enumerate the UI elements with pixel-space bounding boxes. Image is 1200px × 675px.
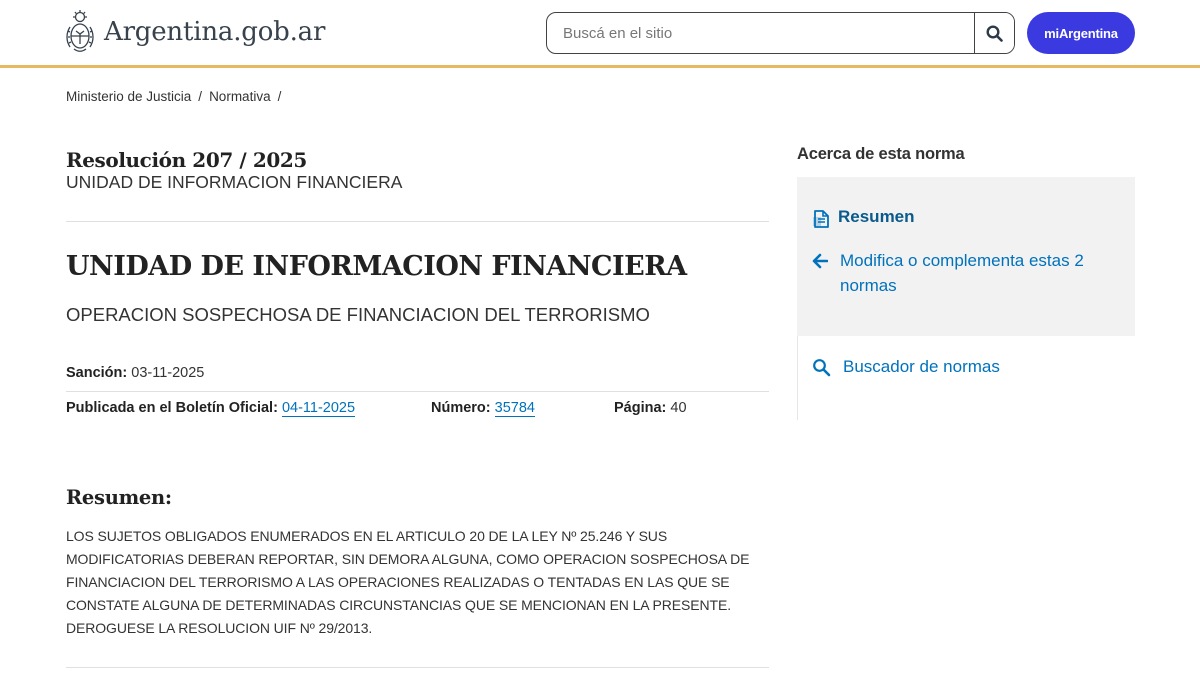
document-title: Resolución 207 / 2025: [66, 148, 307, 172]
sidebar-buscador-label: Buscador de normas: [843, 357, 1000, 376]
document-icon: [812, 207, 838, 229]
mi-argentina-button[interactable]: miArgentina: [1027, 12, 1135, 54]
divider: [66, 221, 769, 222]
divider: [66, 667, 769, 668]
search-button[interactable]: [974, 13, 1014, 53]
search-input[interactable]: [547, 13, 974, 53]
breadcrumb-normativa[interactable]: Normativa: [209, 89, 271, 104]
numero-label: Número:: [431, 400, 491, 416]
breadcrumb: Ministerio de Justicia / Normativa /: [66, 89, 281, 104]
logo-text: Argentina.gob.ar: [104, 17, 326, 47]
sidebar-title: Acerca de esta norma: [797, 145, 965, 163]
document-organism: UNIDAD DE INFORMACION FINANCIERA: [66, 172, 403, 192]
search-bar: [546, 12, 1015, 54]
pagina-label: Página:: [614, 400, 667, 416]
pagina-value: 40: [670, 400, 687, 416]
numero-link[interactable]: 35784: [494, 400, 535, 417]
arrow-left-icon: [812, 248, 840, 269]
divider: [66, 391, 769, 392]
sidebar-buscador-link[interactable]: Buscador de normas: [812, 357, 1000, 377]
publicada-field: Publicada en el Boletín Oficial: 04-11-2…: [66, 400, 356, 417]
sidebar-resumen-link[interactable]: Resumen: [812, 207, 915, 229]
search-icon: [812, 357, 843, 377]
sancion-field: Sanción: 03-11-2025: [66, 365, 204, 381]
sidebar-modifica-link[interactable]: Modifica o complementa estas 2 normas: [812, 248, 1122, 298]
sidebar-resumen-label: Resumen: [838, 207, 915, 226]
site-header: Argentina.gob.ar miArgentina: [0, 0, 1200, 68]
breadcrumb-separator: /: [198, 89, 203, 104]
publicada-label: Publicada en el Boletín Oficial:: [66, 400, 278, 416]
breadcrumb-separator: /: [277, 89, 282, 104]
sancion-label: Sanción:: [66, 365, 128, 381]
breadcrumb-ministerio[interactable]: Ministerio de Justicia: [66, 89, 191, 104]
sidebar-modifica-label: Modifica o complementa estas 2 normas: [840, 251, 1084, 295]
site-logo[interactable]: Argentina.gob.ar: [64, 9, 325, 55]
numero-field: Número: 35784: [431, 400, 535, 417]
resumen-heading: Resumen:: [66, 486, 172, 509]
sidebar-divider: [797, 336, 798, 420]
sancion-value: 03-11-2025: [131, 365, 205, 381]
pagina-field: Página: 40: [614, 400, 687, 416]
document-subheading: OPERACION SOSPECHOSA DE FINANCIACION DEL…: [66, 304, 650, 325]
national-shield-icon: [66, 10, 94, 52]
search-icon: [986, 24, 1003, 42]
publicada-date-link[interactable]: 04-11-2025: [281, 400, 356, 417]
resumen-text: LOS SUJETOS OBLIGADOS ENUMERADOS EN EL A…: [66, 528, 750, 636]
organism-heading: UNIDAD DE INFORMACION FINANCIERA: [66, 251, 687, 282]
